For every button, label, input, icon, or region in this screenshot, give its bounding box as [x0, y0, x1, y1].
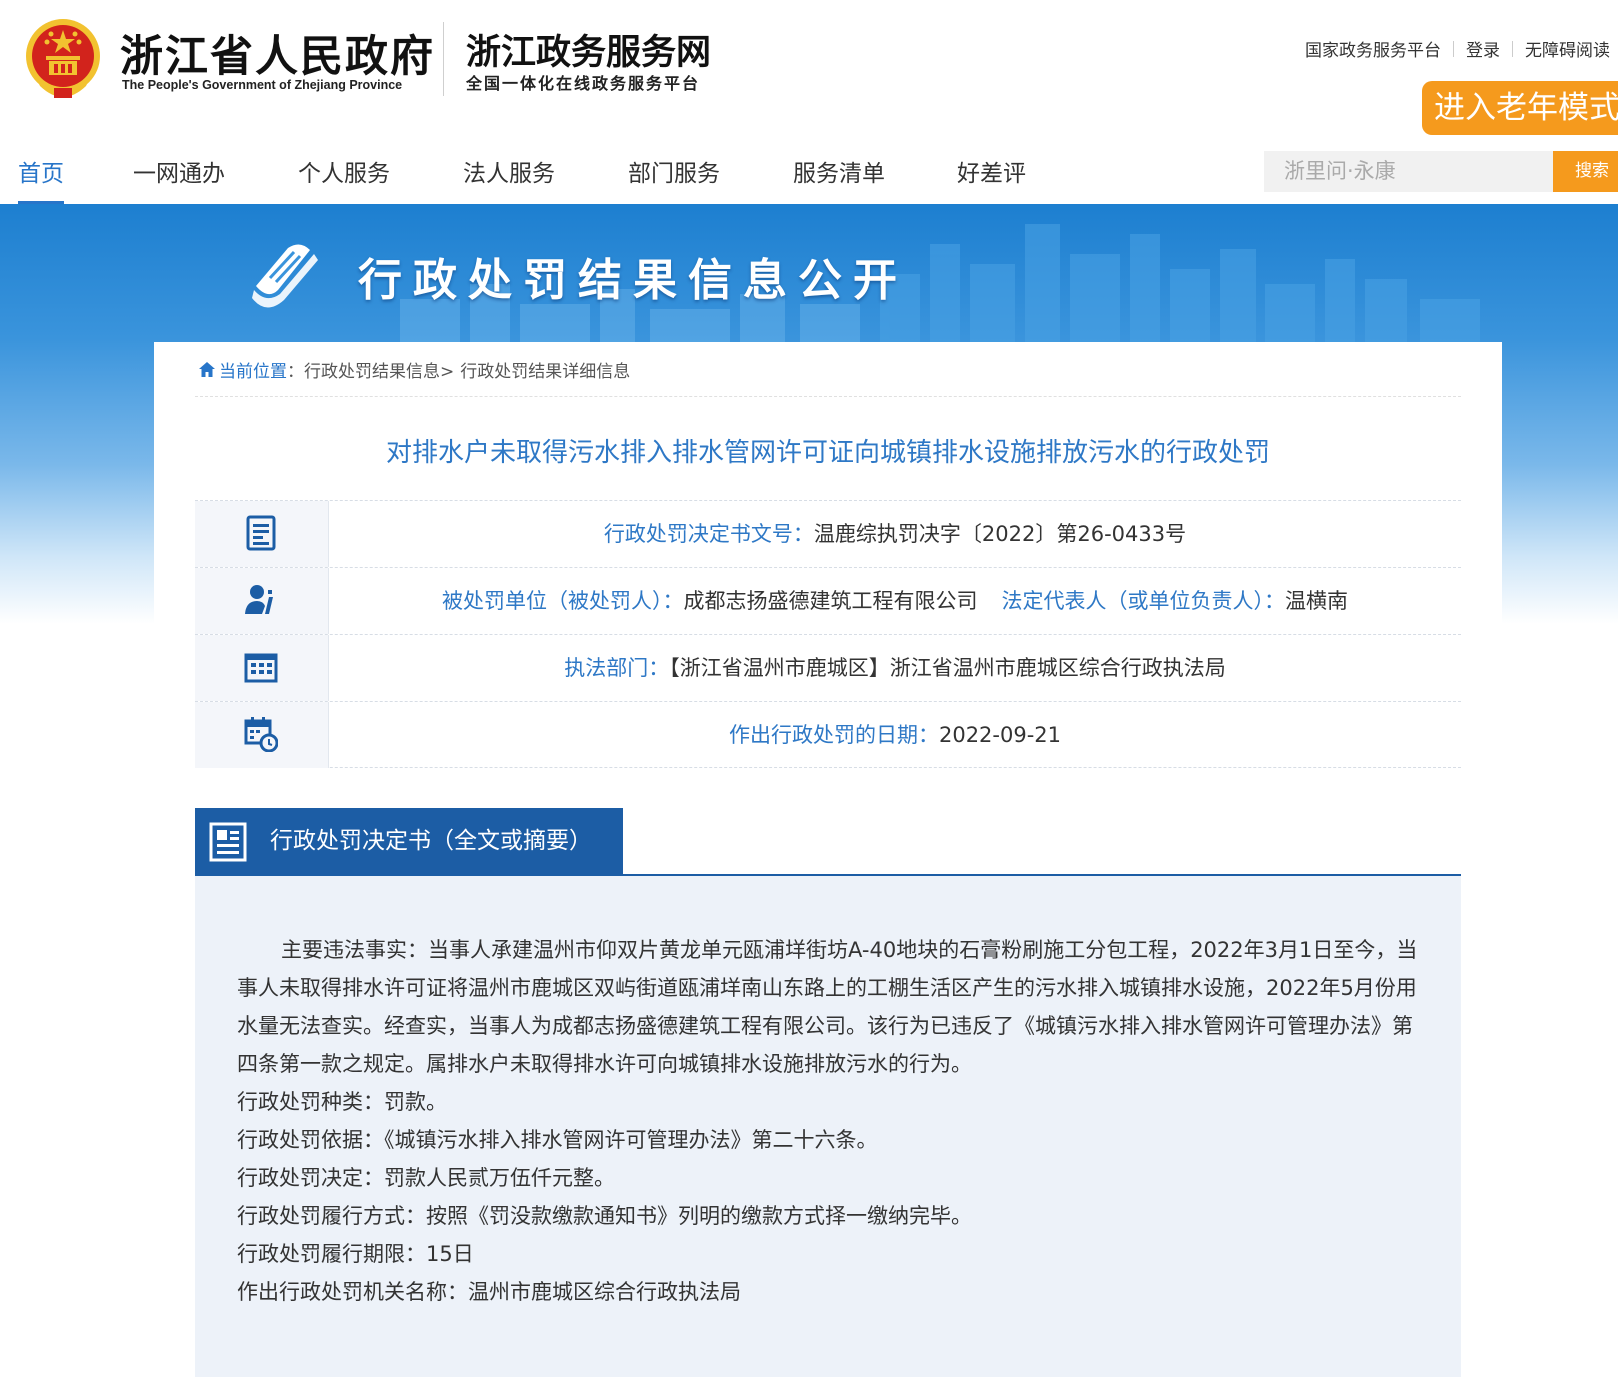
- nav-item-home[interactable]: 首页: [18, 154, 64, 204]
- info-party: 被处罚单位（被处罚人）：成都志扬盛德建筑工程有限公司 法定代表人（或单位负责人）：…: [329, 568, 1461, 634]
- service-title[interactable]: 浙江政务服务网: [466, 24, 711, 75]
- national-emblem-icon: [26, 19, 100, 98]
- top-links: 国家政务服务平台 登录 无障碍阅读: [1305, 36, 1610, 61]
- service-subtitle: 全国一体化在线政务服务平台: [466, 74, 701, 93]
- decision-method: 行政处罚履行方式：按照《罚没款缴款通知书》列明的缴款方式择一缴纳完毕。: [237, 1204, 972, 1228]
- elder-mode-button[interactable]: 进入老年模式: [1422, 81, 1618, 135]
- link-national-platform[interactable]: 国家政务服务平台: [1305, 36, 1441, 61]
- date-value: 2022-09-21: [938, 723, 1062, 747]
- decision-full-text: 主要违法事实：当事人承建温州市仰双片黄龙单元瓯浦垟街坊A-40地块的石膏粉刷施工…: [195, 876, 1461, 1377]
- party-label: 被处罚单位（被处罚人）：: [442, 589, 684, 613]
- doc-no-label: 行政处罚决定书文号：: [603, 522, 814, 546]
- building-icon: [244, 653, 278, 683]
- info-icon-cell: [195, 702, 329, 768]
- decision-section-title: 行政处罚决定书（全文或摘要）: [270, 828, 592, 854]
- info-icon-cell: [195, 501, 329, 567]
- rep-label: 法定代表人（或单位负责人）：: [1001, 589, 1286, 613]
- rep-value: 温横南: [1285, 589, 1348, 613]
- date-label: 作出行政处罚的日期：: [728, 723, 939, 747]
- decision-basis: 行政处罚依据：《城镇污水排入排水管网许可管理办法》第二十六条。: [237, 1128, 878, 1152]
- link-separator: [1512, 40, 1513, 57]
- info-icon-cell: [195, 635, 329, 701]
- breadcrumb-separator: ：: [287, 362, 304, 382]
- nav-item-department[interactable]: 部门服务: [628, 154, 720, 204]
- link-login[interactable]: 登录: [1466, 36, 1500, 61]
- case-info-table: 行政处罚决定书文号：温鹿综执罚决字〔2022〕第26-0433号 被处罚单位（被…: [195, 500, 1461, 768]
- info-dept: 执法部门：【浙江省温州市鹿城区】浙江省温州市鹿城区综合行政执法局: [329, 635, 1461, 701]
- section-document-icon: [209, 822, 247, 862]
- info-icon-cell: [195, 568, 329, 634]
- info-row-dept: 执法部门：【浙江省温州市鹿城区】浙江省温州市鹿城区综合行政执法局: [195, 634, 1461, 701]
- case-title: 对排水户未取得污水排入排水管网许可证向城镇排水设施排放污水的行政处罚: [385, 438, 1270, 468]
- info-row-doc-no: 行政处罚决定书文号：温鹿综执罚决字〔2022〕第26-0433号: [195, 500, 1461, 567]
- breadcrumb-divider: [195, 396, 1461, 397]
- info-row-party: 被处罚单位（被处罚人）：成都志扬盛德建筑工程有限公司 法定代表人（或单位负责人）：…: [195, 567, 1461, 634]
- info-doc-no: 行政处罚决定书文号：温鹿综执罚决字〔2022〕第26-0433号: [329, 501, 1461, 567]
- party-value: 成都志扬盛德建筑工程有限公司: [683, 589, 978, 613]
- person-icon: [245, 585, 273, 614]
- breadcrumb-home[interactable]: 当前位置: [219, 357, 287, 382]
- book-icon: [252, 244, 318, 308]
- gov-title-en: The People's Government of Zhejiang Prov…: [122, 78, 403, 92]
- decision-authority: 作出行政处罚机关名称：温州市鹿城区综合行政执法局: [237, 1280, 741, 1304]
- decision-result: 行政处罚决定：罚款人民贰万伍仟元整。: [237, 1166, 615, 1190]
- breadcrumb-level2: 行政处罚结果详细信息: [460, 362, 631, 382]
- nav-item-rating[interactable]: 好差评: [957, 154, 1026, 204]
- nav-item-one-network[interactable]: 一网通办: [133, 154, 225, 204]
- info-row-date: 作出行政处罚的日期：2022-09-21: [195, 701, 1461, 768]
- nav-item-personal[interactable]: 个人服务: [298, 154, 390, 204]
- nav-item-legal-entity[interactable]: 法人服务: [463, 154, 555, 204]
- site-header: 浙江省人民政府 The People's Government of Zheji…: [0, 0, 1618, 140]
- home-icon: [199, 362, 215, 377]
- doc-no-value: 温鹿综执罚决字〔2022〕第26-0433号: [813, 522, 1187, 546]
- header-divider: [443, 22, 444, 96]
- document-icon: [246, 515, 276, 551]
- decision-section-header: 行政处罚决定书（全文或摘要）: [195, 808, 623, 875]
- banner-title: 行政处罚结果信息公开: [358, 255, 908, 306]
- calendar-clock-icon: [244, 717, 278, 752]
- info-date: 作出行政处罚的日期：2022-09-21: [329, 702, 1461, 768]
- search-button[interactable]: 搜索: [1553, 151, 1618, 192]
- decision-deadline: 行政处罚履行期限：15日: [237, 1242, 474, 1266]
- dept-value: 【浙江省温州市鹿城区】浙江省温州市鹿城区综合行政执法局: [669, 656, 1226, 680]
- breadcrumb: 当前位置 ： 行政处罚结果信息> 行政处罚结果详细信息: [198, 357, 630, 382]
- breadcrumb-level1[interactable]: 行政处罚结果信息>: [304, 357, 454, 382]
- search-input[interactable]: 浙里问·永康: [1264, 151, 1553, 192]
- decision-facts: 主要违法事实：当事人承建温州市仰双片黄龙单元瓯浦垟街坊A-40地块的石膏粉刷施工…: [237, 938, 1418, 1076]
- dept-label: 执法部门：: [564, 656, 670, 680]
- gov-title: 浙江省人民政府: [120, 32, 435, 82]
- link-separator: [1453, 40, 1454, 57]
- link-accessibility[interactable]: 无障碍阅读: [1525, 36, 1610, 61]
- nav-item-service-list[interactable]: 服务清单: [793, 154, 885, 204]
- decision-type: 行政处罚种类：罚款。: [237, 1090, 447, 1114]
